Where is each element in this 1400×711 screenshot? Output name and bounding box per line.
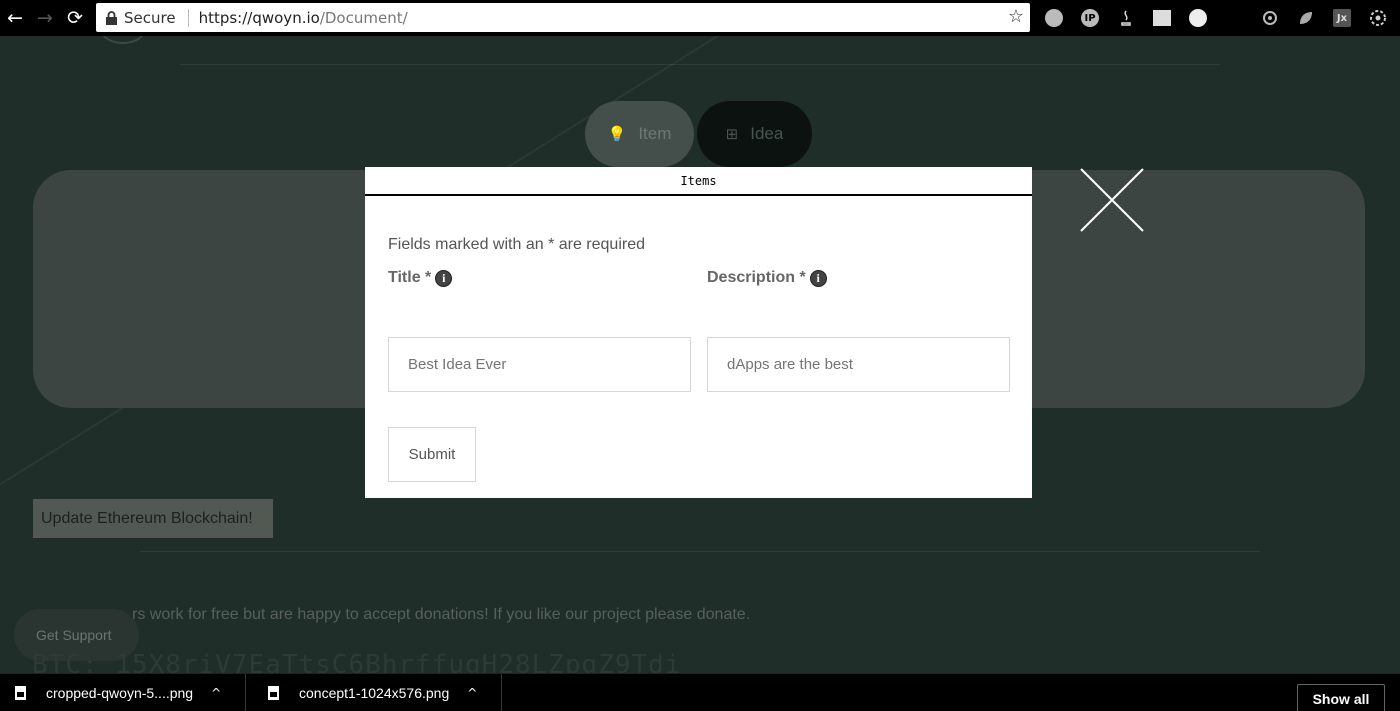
- jx-icon-label: Jx: [1333, 9, 1351, 27]
- qr-icon[interactable]: [1144, 0, 1180, 36]
- leaf-icon[interactable]: [1288, 0, 1324, 36]
- download-item[interactable]: concept1-1024x576.png ^: [246, 674, 501, 711]
- address-divider: [187, 8, 189, 27]
- tab-item[interactable]: 💡 Item: [585, 101, 694, 167]
- title-label: Title * i: [388, 269, 453, 287]
- donation-text: rs work for free but are happy to accept…: [132, 606, 751, 623]
- description-label-text: Description *: [707, 269, 806, 286]
- forward-arrow-icon: →: [37, 7, 53, 29]
- fingerprint-icon[interactable]: [1036, 0, 1072, 36]
- download-filename: concept1-1024x576.png: [299, 684, 450, 701]
- description-input[interactable]: [707, 337, 1010, 392]
- description-label: Description * i: [707, 269, 827, 287]
- lock-icon: [104, 10, 118, 26]
- divider: [140, 551, 1260, 552]
- divider: [180, 64, 1220, 65]
- reload-icon: ⟳: [67, 7, 83, 29]
- update-blockchain-button[interactable]: Update Ethereum Blockchain!: [33, 499, 273, 538]
- browser-toolbar: ← → ⟳ Secure https://qwoyn.io/Document/ …: [0, 0, 1400, 36]
- jx-icon[interactable]: Jx: [1324, 0, 1360, 36]
- modal-title: Items: [365, 167, 1032, 196]
- chevron-up-icon[interactable]: ^: [211, 686, 221, 700]
- info-icon[interactable]: i: [809, 269, 827, 287]
- secure-label: Secure: [124, 8, 176, 27]
- url-path: /Document/: [319, 8, 408, 27]
- download-item[interactable]: cropped-qwoyn-5....png ^: [0, 674, 245, 711]
- info-icon[interactable]: i: [435, 269, 453, 287]
- submit-button[interactable]: Submit: [388, 427, 476, 482]
- items-modal: Items Fields marked with an * are requir…: [365, 167, 1032, 498]
- btc-address: BTC: 15X8riV7EaTtsC6BhrffugH28LZpgZ9Tdi: [32, 650, 682, 673]
- circle-icon[interactable]: [1180, 0, 1216, 36]
- download-divider: [501, 673, 502, 711]
- show-all-button[interactable]: Show all: [1297, 684, 1385, 711]
- title-label-text: Title *: [388, 269, 432, 286]
- tab-idea[interactable]: ⊞ Idea: [697, 101, 812, 167]
- address-bar[interactable]: Secure https://qwoyn.io/Document/ ☆: [96, 3, 1030, 32]
- gear-icon[interactable]: [1252, 0, 1288, 36]
- url-host: https://qwoyn.io: [198, 8, 320, 27]
- ip-icon-label: IP: [1081, 9, 1099, 27]
- compass-icon[interactable]: [1216, 0, 1252, 36]
- download-filename: cropped-qwoyn-5....png: [46, 684, 194, 701]
- extensions-area: IP Jx: [1036, 0, 1396, 36]
- bookmark-star-icon[interactable]: ☆: [1008, 6, 1024, 27]
- title-input[interactable]: [388, 337, 691, 392]
- file-icon: [268, 685, 279, 700]
- back-arrow-icon: ←: [7, 7, 23, 29]
- tab-idea-label: Idea: [750, 124, 784, 143]
- back-button[interactable]: ←: [0, 0, 30, 36]
- chevron-up-icon[interactable]: ^: [467, 686, 477, 700]
- ip-icon[interactable]: IP: [1072, 0, 1108, 36]
- downloads-bar: cropped-qwoyn-5....png ^ concept1-1024x5…: [0, 673, 1400, 711]
- forward-button[interactable]: →: [30, 0, 60, 36]
- tab-item-label: Item: [638, 124, 672, 143]
- required-note: Fields marked with an * are required: [388, 236, 646, 253]
- avatar: [100, 36, 146, 44]
- reload-button[interactable]: ⟳: [60, 0, 90, 36]
- file-icon: [15, 685, 26, 700]
- lightbulb-icon: 💡: [607, 125, 627, 143]
- java-icon[interactable]: [1108, 0, 1144, 36]
- settings-icon[interactable]: [1360, 0, 1396, 36]
- close-icon[interactable]: [1079, 167, 1145, 233]
- mode-tabs: 💡 Item ⊞ Idea: [585, 101, 812, 167]
- sitemap-icon: ⊞: [725, 125, 739, 143]
